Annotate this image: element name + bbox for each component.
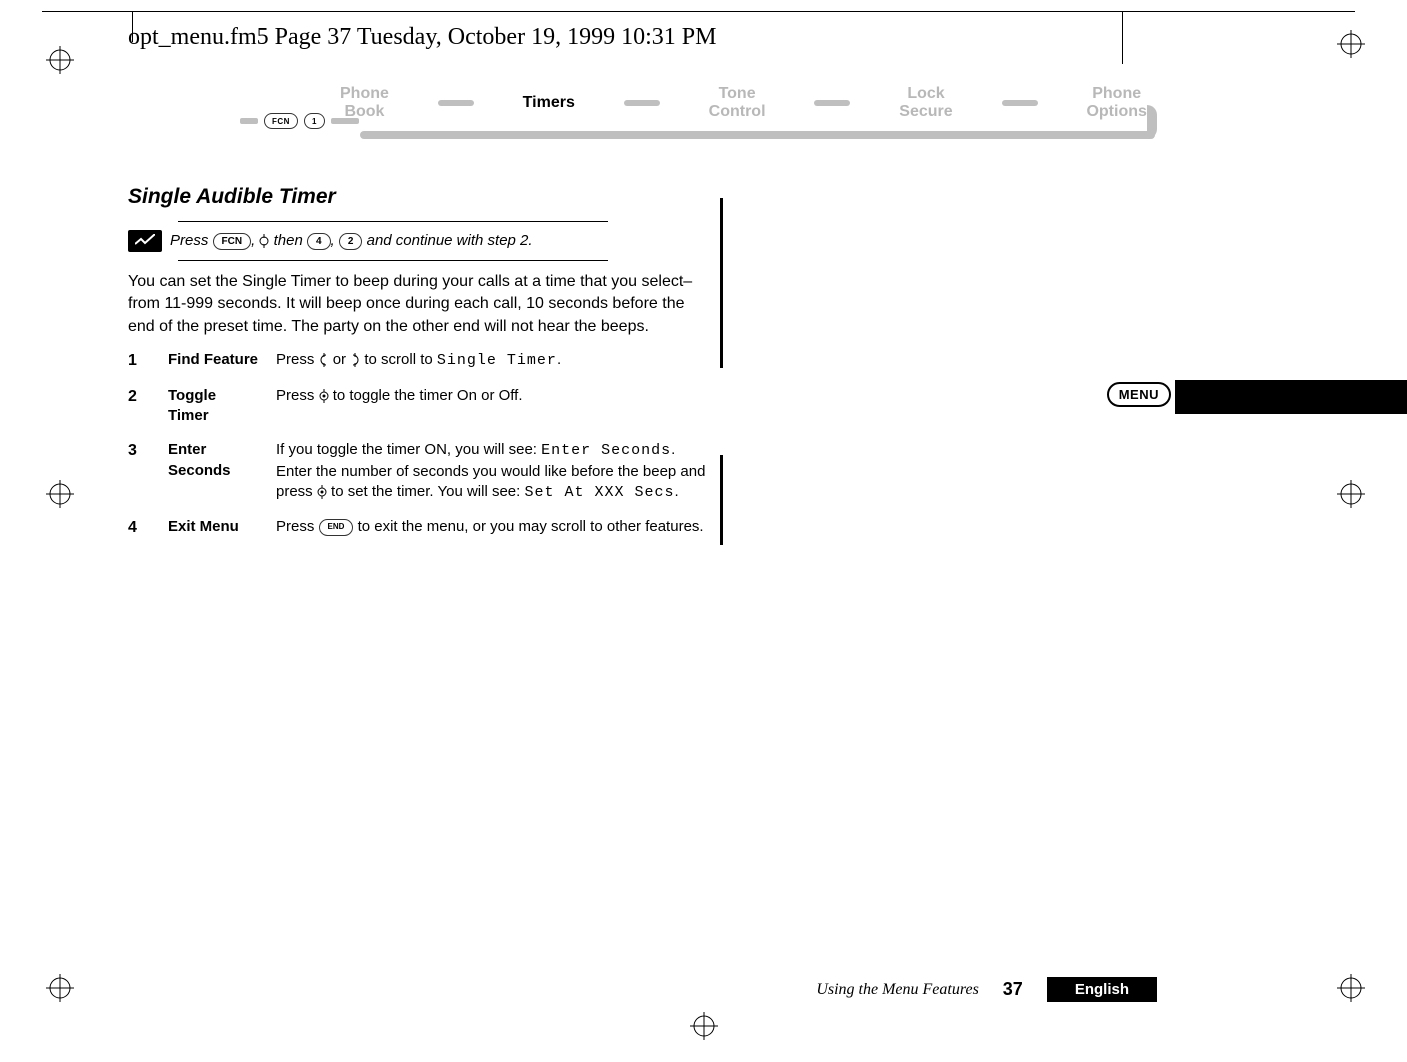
text: If you toggle the timer ON, you will see…: [276, 441, 541, 458]
flow-item-label: Book: [340, 103, 389, 121]
text: and continue with step 2.: [367, 232, 533, 249]
header-rule: [42, 11, 1355, 12]
crop-vline: [132, 12, 133, 42]
flow-item-tonecontrol: Tone Control: [709, 85, 766, 120]
step-label: Toggle Timer: [168, 386, 260, 427]
step-number: 1: [128, 350, 152, 372]
registration-mark-icon: [46, 46, 74, 74]
four-key-icon: 4: [307, 233, 331, 250]
scroll-right-icon: [350, 353, 360, 367]
step-number: 2: [128, 386, 152, 427]
content-area: Single Audible Timer Press FCN, then 4, …: [128, 185, 708, 539]
section-title: Single Audible Timer: [128, 185, 708, 209]
display-text: Single Timer: [437, 352, 557, 369]
step-body: Press to toggle the timer On or Off.: [276, 386, 708, 427]
flow-item-phoneoptions: Phone Options: [1086, 85, 1146, 120]
shortcut-text: Press FCN, then 4, 2 and continue with s…: [170, 232, 533, 250]
two-key-icon: 2: [339, 233, 363, 250]
step-body: If you toggle the timer ON, you will see…: [276, 440, 708, 503]
step-body: Press or to scroll to Single Timer.: [276, 350, 708, 372]
flow-underline: [360, 131, 1155, 139]
language-label: English: [1047, 977, 1157, 1002]
text: to set the timer. You will see:: [331, 483, 524, 500]
text: or: [333, 351, 351, 368]
step-number: 3: [128, 440, 152, 503]
registration-mark-icon: [1337, 30, 1365, 58]
menu-tab-bar: [1175, 380, 1407, 414]
step-label: Find Feature: [168, 350, 260, 372]
flow-connector-icon: [624, 100, 660, 106]
step-label: Enter Seconds: [168, 440, 260, 503]
flow-item-label: Timers: [523, 94, 575, 112]
text: to exit the menu, or you may scroll to o…: [358, 518, 704, 535]
one-key-icon: 1: [304, 113, 325, 129]
text: ,: [251, 232, 259, 249]
text: Press: [276, 387, 319, 404]
flow-connector-icon: [814, 100, 850, 106]
page-number: 37: [1003, 979, 1023, 1000]
change-bar-icon: [720, 455, 723, 545]
registration-mark-icon: [690, 1012, 718, 1040]
step-body: Press END to exit the menu, or you may s…: [276, 517, 708, 539]
flow-item-label: Secure: [899, 103, 952, 121]
flow-connector-icon: [240, 118, 258, 124]
step-label: Exit Menu: [168, 517, 260, 539]
divider: [178, 260, 608, 261]
flow-item-label: Control: [709, 103, 766, 121]
step-number: 4: [128, 517, 152, 539]
flow-connector-icon: [438, 100, 474, 106]
text: ,: [331, 232, 339, 249]
framemaker-header: opt_menu.fm5 Page 37 Tuesday, October 19…: [128, 24, 716, 51]
scroll-left-icon: [319, 353, 329, 367]
select-icon: [319, 389, 329, 403]
display-text: Set At XXX Secs: [524, 484, 674, 501]
menu-flow: FCN 1 Phone Book Timers Tone Control Loc…: [240, 85, 1167, 157]
flow-connector-icon: [1002, 100, 1038, 106]
text: to toggle the timer On or Off.: [333, 387, 523, 404]
scroll-icon: [259, 234, 269, 248]
flow-items: Phone Book Timers Tone Control Lock Secu…: [340, 85, 1147, 120]
display-text: Enter Seconds: [541, 442, 671, 459]
intro-paragraph: You can set the Single Timer to beep dur…: [128, 271, 708, 338]
divider: [178, 221, 608, 222]
text: to scroll to: [364, 351, 437, 368]
registration-mark-icon: [1337, 480, 1365, 508]
flow-item-label: Phone: [340, 85, 389, 103]
flow-item-locksecure: Lock Secure: [899, 85, 952, 120]
flow-item-label: Phone: [1086, 85, 1146, 103]
text: .: [675, 483, 679, 500]
text: .: [557, 351, 561, 368]
footer: Using the Menu Features 37 English: [0, 977, 1407, 1002]
flow-item-label: Lock: [899, 85, 952, 103]
end-key-icon: END: [319, 519, 354, 536]
text: then: [274, 232, 307, 249]
select-icon: [317, 485, 327, 499]
flow-item-phonebook: Phone Book: [340, 85, 389, 120]
registration-mark-icon: [46, 480, 74, 508]
shortcut-icon: [128, 230, 162, 252]
text: Press: [276, 518, 319, 535]
fcn-key-icon: FCN: [264, 113, 298, 129]
menu-tab-label: MENU: [1107, 382, 1171, 407]
shortcut-row: Press FCN, then 4, 2 and continue with s…: [128, 230, 708, 252]
flow-item-label: Options: [1086, 103, 1146, 121]
text: Press: [170, 232, 213, 249]
flow-item-label: Tone: [709, 85, 766, 103]
text: Press: [276, 351, 319, 368]
footer-title: Using the Menu Features: [816, 981, 978, 999]
steps-table: 1 Find Feature Press or to scroll to Sin…: [128, 350, 708, 538]
crop-vline: [1122, 12, 1123, 64]
fcn-key-icon: FCN: [213, 233, 252, 250]
change-bar-icon: [720, 198, 723, 368]
flow-item-timers: Timers: [523, 94, 575, 112]
